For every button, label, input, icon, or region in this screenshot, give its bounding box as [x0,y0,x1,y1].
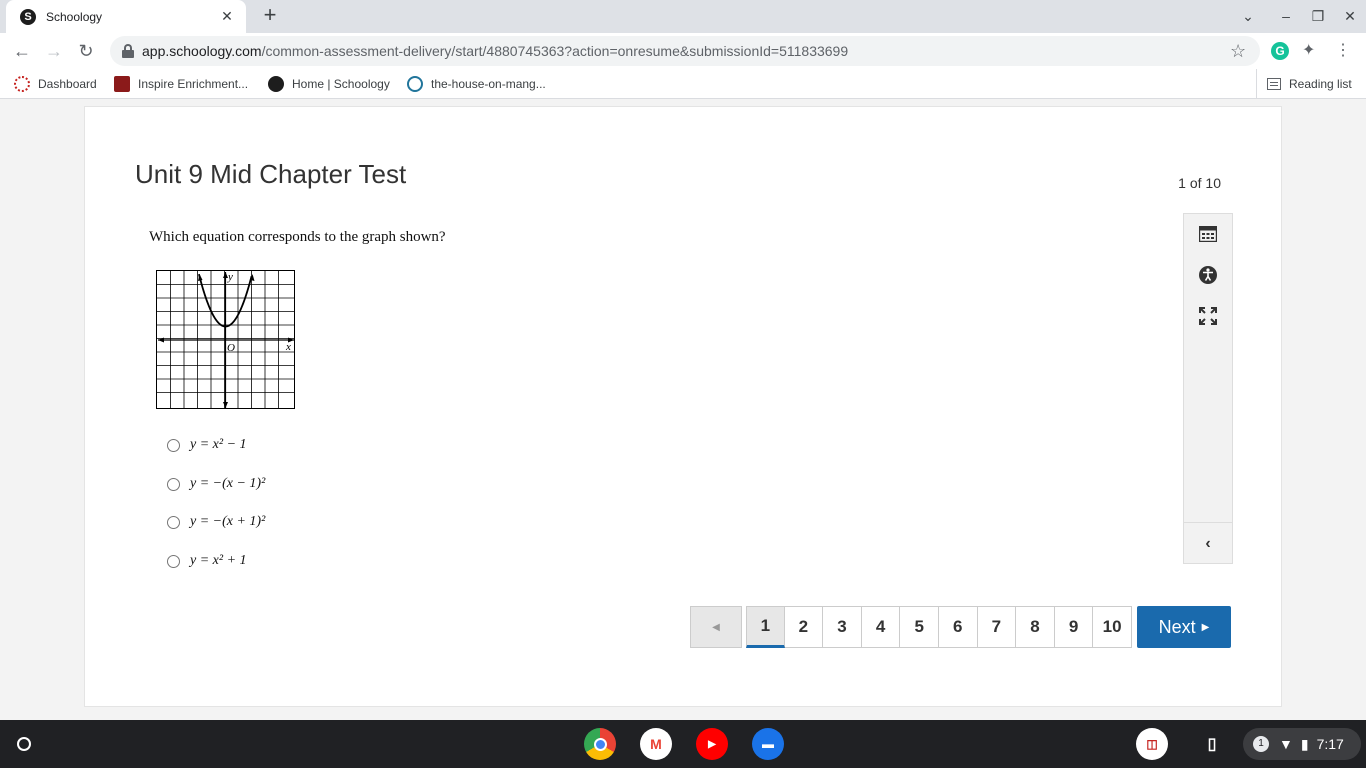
radio-button[interactable] [167,438,180,452]
youtube-app-icon[interactable]: ▶ [696,728,728,760]
question-pager: ◀ 1 2 3 4 5 6 7 8 9 10 Next ▶ [690,606,1231,649]
url-host: app.schoology.com [142,43,262,59]
browser-toolbar: ← → ↻ app.schoology.com/common-assessmen… [0,33,1366,69]
browser-menu-icon[interactable]: ⋮ [1335,40,1351,60]
close-tab-icon[interactable]: ✕ [218,8,236,25]
bookmark-label: the-house-on-mang... [431,77,546,91]
inspire-favicon-icon [114,76,130,92]
new-tab-button[interactable]: + [258,4,282,28]
previous-page-button[interactable]: ◀ [690,606,742,648]
schoology-favicon-icon: S [20,8,36,25]
minimize-icon[interactable]: – [1276,6,1296,26]
question-counter: 1 of 10 [1178,175,1221,191]
page-button-8[interactable]: 8 [1016,606,1055,648]
reading-list-label: Reading list [1289,77,1352,91]
os-shelf: M ▶ ▬ ◫ ▯ 1 ▼ ▮ 7:17 [0,720,1366,768]
tools-panel: ‹ [1183,213,1233,564]
schoology-favicon-icon [268,76,284,92]
wifi-icon: ▼ [1279,736,1293,752]
fullscreen-button[interactable] [1184,296,1232,336]
page-button-1[interactable]: 1 [746,606,785,648]
bookmark-star-icon[interactable]: ☆ [1230,41,1246,62]
clock-time: 7:17 [1316,736,1344,752]
bookmarks-bar: Dashboard Inspire Enrichment... Home | S… [0,69,1366,99]
grammarly-extension-icon[interactable]: G [1271,42,1289,60]
page-button-5[interactable]: 5 [900,606,939,648]
launcher-icon [17,737,31,751]
browser-tab[interactable]: S Schoology ✕ [6,0,246,33]
x-axis-label: x [285,341,291,353]
page-button-4[interactable]: 4 [861,606,901,648]
accessibility-icon [1199,266,1217,284]
answer-choice[interactable]: y = x² − 1 [167,437,387,453]
choice-label: y = −(x + 1)² [190,514,266,529]
reload-icon[interactable]: ↻ [74,39,98,63]
phone-hub-icon[interactable]: ▯ [1196,728,1228,760]
page-title: Unit 9 Mid Chapter Test [135,159,407,189]
chrome-app-icon[interactable] [584,728,616,760]
page-button-6[interactable]: 6 [938,606,978,648]
wordpress-favicon-icon [407,76,423,92]
gmail-app-icon[interactable]: M [640,728,672,760]
bookmark-home-schoology[interactable]: Home | Schoology [268,76,390,92]
page-button-10[interactable]: 10 [1093,606,1132,648]
radio-button[interactable] [167,515,180,529]
next-label: Next [1158,616,1196,637]
tab-search-icon[interactable]: ⌄ [1238,6,1258,26]
answer-choice[interactable]: y = x² + 1 [167,553,387,569]
reading-list-icon [1267,78,1281,90]
messages-app-icon[interactable]: ▬ [752,728,784,760]
radio-button[interactable] [167,554,180,568]
screen-capture-icon[interactable]: ◫ [1136,728,1168,760]
tab-strip: S Schoology ✕ + ⌄ – ❐ ✕ [0,0,1366,33]
collapse-tools-icon[interactable]: ‹ [1184,524,1232,564]
page-button-2[interactable]: 2 [784,606,824,648]
page-button-9[interactable]: 9 [1054,606,1094,648]
calculator-icon [1199,226,1217,242]
bookmark-label: Dashboard [38,77,97,91]
back-icon[interactable]: ← [10,39,34,63]
y-axis-label: y [227,271,233,283]
origin-label: O [227,342,235,354]
battery-icon: ▮ [1300,735,1309,752]
dashboard-favicon-icon [14,76,30,92]
choice-label: y = x² − 1 [190,437,247,452]
choice-label: y = x² + 1 [190,553,247,568]
answer-choice[interactable]: y = −(x − 1)² [167,476,387,492]
tab-title: Schoology [46,9,103,24]
launcher-button[interactable] [10,730,38,758]
page-button-7[interactable]: 7 [977,606,1017,648]
accessibility-button[interactable] [1184,255,1232,295]
address-bar[interactable]: app.schoology.com/common-assessment-deli… [110,36,1260,66]
choice-label: y = −(x − 1)² [190,476,266,491]
radio-button[interactable] [167,477,180,491]
notification-count: 1 [1253,736,1269,752]
lock-icon[interactable] [122,44,134,58]
url-path: /common-assessment-delivery/start/488074… [261,43,849,59]
bookmark-inspire-enrichment[interactable]: Inspire Enrichment... [114,76,248,92]
answer-choice[interactable]: y = −(x + 1)² [167,514,387,530]
url-text: app.schoology.com/common-assessment-deli… [142,43,848,59]
page-button-3[interactable]: 3 [823,606,862,648]
restore-icon[interactable]: ❐ [1308,6,1328,26]
extensions-puzzle-icon[interactable]: ✦ [1302,40,1315,60]
close-window-icon[interactable]: ✕ [1340,6,1360,26]
next-button[interactable]: Next ▶ [1136,606,1231,648]
tools-divider [1184,522,1232,523]
question-text: Which equation corresponds to the graph … [149,229,446,245]
bookmark-dashboard[interactable]: Dashboard [14,76,97,92]
forward-icon[interactable]: → [42,39,66,63]
status-tray[interactable]: 1 ▼ ▮ 7:17 [1243,728,1361,760]
reading-list-button[interactable]: Reading list [1256,69,1352,99]
fullscreen-icon [1199,307,1217,325]
calculator-button[interactable] [1184,214,1232,254]
bookmark-house-on-mango[interactable]: the-house-on-mang... [407,76,546,92]
bookmark-label: Inspire Enrichment... [138,77,249,91]
next-arrow-icon: ▶ [1201,621,1210,633]
assessment-page: Unit 9 Mid Chapter Test 1 of 10 Which eq… [84,106,1282,707]
bookmark-label: Home | Schoology [292,77,390,91]
parabola-graph: y x O [156,270,295,409]
